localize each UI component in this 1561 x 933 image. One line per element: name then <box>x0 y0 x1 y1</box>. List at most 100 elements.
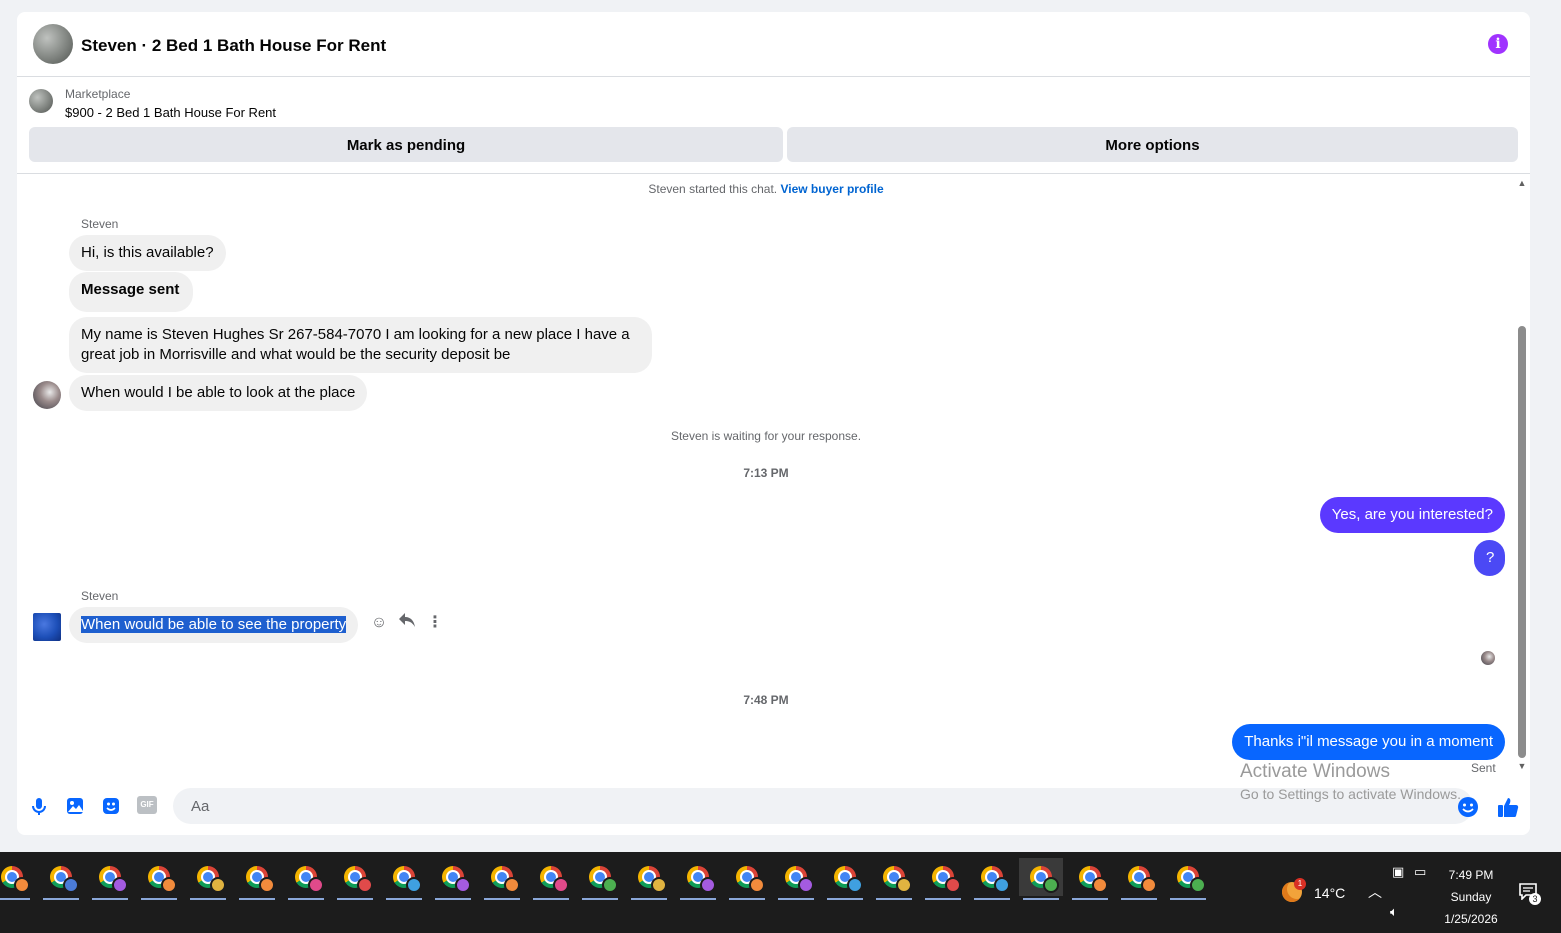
taskbar-chrome-app[interactable] <box>578 858 622 900</box>
taskbar-chrome-app[interactable] <box>529 858 573 900</box>
volume-icon[interactable]: 🔈︎ <box>1390 904 1398 920</box>
timestamp-separator: 7:13 PM <box>743 466 789 480</box>
listing-title[interactable]: $900 - 2 Bed 1 Bath House For Rent <box>65 105 276 120</box>
more-options-button[interactable]: More options <box>787 127 1518 162</box>
taskbar-chrome-app[interactable] <box>774 858 818 900</box>
incoming-message[interactable]: Hi, is this available? <box>69 235 226 271</box>
profile-badge-icon <box>896 877 912 893</box>
taskbar-chrome-app[interactable] <box>431 858 475 900</box>
clock[interactable]: 7:49 PM Sunday 1/25/2026 <box>1436 864 1506 930</box>
taskbar-chrome-app[interactable] <box>970 858 1014 900</box>
taskbar-chrome-app[interactable] <box>480 858 524 900</box>
more-actions-icon[interactable]: ⋮ <box>424 612 446 634</box>
taskbar-chrome-app[interactable] <box>39 858 83 900</box>
react-icon[interactable]: ☺ <box>368 612 390 634</box>
photo-icon[interactable] <box>65 796 85 816</box>
running-indicator <box>1023 898 1059 900</box>
seen-indicator-avatar <box>1481 651 1495 665</box>
profile-badge-icon <box>308 877 324 893</box>
profile-badge-icon <box>406 877 422 893</box>
reply-icon-shape <box>399 613 415 627</box>
scroll-up-arrow[interactable]: ▲ <box>1517 178 1527 188</box>
scroll-down-arrow[interactable]: ▼ <box>1517 761 1527 771</box>
view-buyer-profile-link[interactable]: View buyer profile <box>780 182 883 196</box>
profile-badge-icon <box>945 877 961 893</box>
incoming-message[interactable]: My name is Steven Hughes Sr 267-584-7070… <box>69 317 652 373</box>
running-indicator <box>43 898 79 900</box>
running-indicator <box>1072 898 1108 900</box>
taskbar-chrome-app[interactable] <box>382 858 426 900</box>
profile-badge-icon <box>63 877 79 893</box>
running-indicator <box>92 898 128 900</box>
chat-header: Steven · 2 Bed 1 Bath House For Rent i <box>17 12 1530 77</box>
sticker-icon[interactable] <box>101 796 121 816</box>
running-indicator <box>582 898 618 900</box>
profile-badge-icon <box>161 877 177 893</box>
taskbar-chrome-app[interactable] <box>235 858 279 900</box>
profile-badge-icon <box>798 877 814 893</box>
scrollbar-thumb[interactable] <box>1518 326 1526 758</box>
message-sent-label: Message sent <box>81 281 180 298</box>
gif-label: GIF <box>137 796 157 814</box>
taskbar-chrome-app[interactable] <box>676 858 720 900</box>
running-indicator <box>386 898 422 900</box>
network-icon[interactable]: ▭ <box>1414 864 1426 880</box>
incoming-message[interactable]: When would be able to see the property <box>69 607 359 643</box>
chat-window: Steven · 2 Bed 1 Bath House For Rent i M… <box>17 12 1530 835</box>
taskbar-chrome-app[interactable] <box>1068 858 1112 900</box>
taskbar-chrome-app[interactable] <box>0 858 34 900</box>
message-status: Sent <box>1471 761 1496 775</box>
taskbar-chrome-app[interactable] <box>137 858 181 900</box>
incoming-message[interactable]: When would I be able to look at the plac… <box>69 375 368 411</box>
taskbar-chrome-app[interactable] <box>725 858 769 900</box>
taskbar-chrome-app[interactable] <box>284 858 328 900</box>
taskbar-chrome-app[interactable] <box>1117 858 1161 900</box>
taskbar-chrome-app[interactable] <box>1019 858 1063 900</box>
buyer-avatar[interactable] <box>33 613 61 641</box>
weather-temperature[interactable]: 14°C <box>1314 885 1345 901</box>
profile-badge-icon <box>14 877 30 893</box>
taskbar-chrome-app[interactable] <box>627 858 671 900</box>
outgoing-message[interactable]: Yes, are you interested? <box>1319 497 1505 533</box>
meeting-icon[interactable]: ▣ <box>1392 864 1404 880</box>
listing-thumbnail[interactable] <box>29 89 53 113</box>
incoming-message[interactable]: Message sent <box>69 272 194 312</box>
scrollbar[interactable]: ▲ ▼ <box>1517 178 1527 773</box>
sender-name: Steven <box>81 217 119 231</box>
taskbar-chrome-app[interactable] <box>823 858 867 900</box>
mark-as-pending-button[interactable]: Mark as pending <box>29 127 783 162</box>
microphone-icon[interactable] <box>29 796 49 816</box>
running-indicator <box>435 898 471 900</box>
profile-badge-icon <box>602 877 618 893</box>
buyer-avatar[interactable] <box>33 381 61 409</box>
notification-icon[interactable]: 3 <box>1518 882 1541 905</box>
running-indicator <box>729 898 765 900</box>
taskbar-chrome-app[interactable] <box>186 858 230 900</box>
notification-count: 3 <box>1529 893 1541 905</box>
sender-name: Steven <box>81 589 119 603</box>
reply-icon[interactable] <box>396 612 418 634</box>
clock-time: 7:49 PM <box>1448 868 1494 882</box>
taskbar-chrome-app[interactable] <box>333 858 377 900</box>
chat-started-text: Steven started this chat. <box>648 182 778 196</box>
profile-badge-icon <box>1190 877 1206 893</box>
outgoing-message[interactable]: Thanks i"il message you in a moment <box>1232 724 1505 760</box>
weather-icon[interactable]: 1 <box>1282 878 1306 904</box>
running-indicator <box>827 898 863 900</box>
chat-title[interactable]: Steven · 2 Bed 1 Bath House For Rent <box>81 36 386 56</box>
taskbar-chrome-app[interactable] <box>872 858 916 900</box>
taskbar-chrome-app[interactable] <box>88 858 132 900</box>
running-indicator <box>1170 898 1206 900</box>
timestamp-separator: 7:48 PM <box>743 693 789 707</box>
gif-icon[interactable]: GIF <box>137 796 157 816</box>
taskbar-chrome-app[interactable] <box>1166 858 1210 900</box>
thumbs-up-icon[interactable] <box>1497 796 1519 817</box>
info-icon[interactable]: i <box>1488 34 1508 54</box>
photo-icon-shape <box>67 798 83 814</box>
buyer-avatar[interactable] <box>33 24 73 64</box>
clock-date: 1/25/2026 <box>1444 912 1498 926</box>
outgoing-message[interactable]: ? <box>1474 540 1505 576</box>
selected-message-text[interactable]: When would be able to see the property <box>81 616 347 633</box>
taskbar-chrome-app[interactable] <box>921 858 965 900</box>
tray-chevron-icon[interactable]: ︿ <box>1368 882 1382 902</box>
